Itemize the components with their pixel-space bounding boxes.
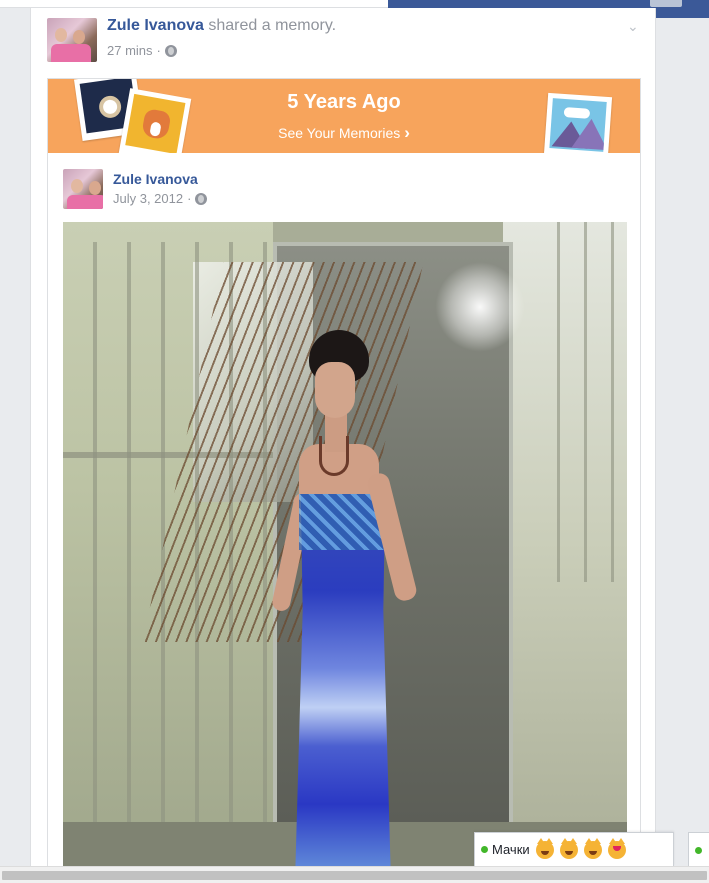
story-header: Zule Ivanova shared a memory. — [107, 17, 336, 35]
author-link[interactable]: Zule Ivanova — [107, 17, 204, 34]
story-meta: 27 mins · — [107, 43, 177, 58]
timestamp[interactable]: 27 mins — [107, 43, 153, 58]
top-bar-search-area[interactable] — [0, 0, 388, 8]
horizontal-scrollbar[interactable] — [0, 866, 709, 883]
feed-story: Zule Ivanova shared a memory. 27 mins · … — [30, 8, 656, 883]
post-author-link[interactable]: Zule Ivanova — [113, 171, 198, 187]
memories-banner[interactable]: 5 Years Ago See Your Memories › — [48, 79, 640, 153]
chat-tab-secondary[interactable] — [688, 832, 709, 866]
post-avatar[interactable] — [63, 169, 103, 209]
separator: · — [156, 43, 161, 58]
globe-icon[interactable] — [164, 44, 177, 57]
post-date[interactable]: July 3, 2012 — [113, 191, 183, 206]
scrollbar-thumb[interactable] — [2, 871, 707, 880]
chevron-right-icon: › — [404, 123, 410, 142]
cat-face-icon — [559, 837, 578, 859]
see-memories-label: See Your Memories — [278, 125, 401, 141]
online-status-icon — [481, 846, 488, 853]
cat-face-icon — [583, 837, 602, 859]
memory-card: 5 Years Ago See Your Memories › Zule Iva… — [47, 78, 641, 883]
chat-tab-label: Мачки — [492, 842, 530, 857]
globe-icon[interactable] — [195, 192, 208, 205]
profile-thumbnail[interactable] — [650, 0, 682, 7]
post-meta: July 3, 2012 · — [113, 191, 208, 206]
chevron-down-icon[interactable]: ⌄ — [627, 18, 639, 35]
see-memories-link[interactable]: See Your Memories › — [48, 123, 640, 143]
action-text: shared a memory. — [203, 17, 337, 34]
chat-tab[interactable]: Мачки — [474, 832, 674, 866]
post-photo[interactable] — [63, 222, 627, 882]
heart-eyes-cat-icon — [607, 837, 626, 859]
cat-face-icon — [535, 837, 554, 859]
avatar[interactable] — [47, 18, 97, 62]
separator: · — [187, 191, 192, 206]
banner-title: 5 Years Ago — [287, 91, 401, 113]
